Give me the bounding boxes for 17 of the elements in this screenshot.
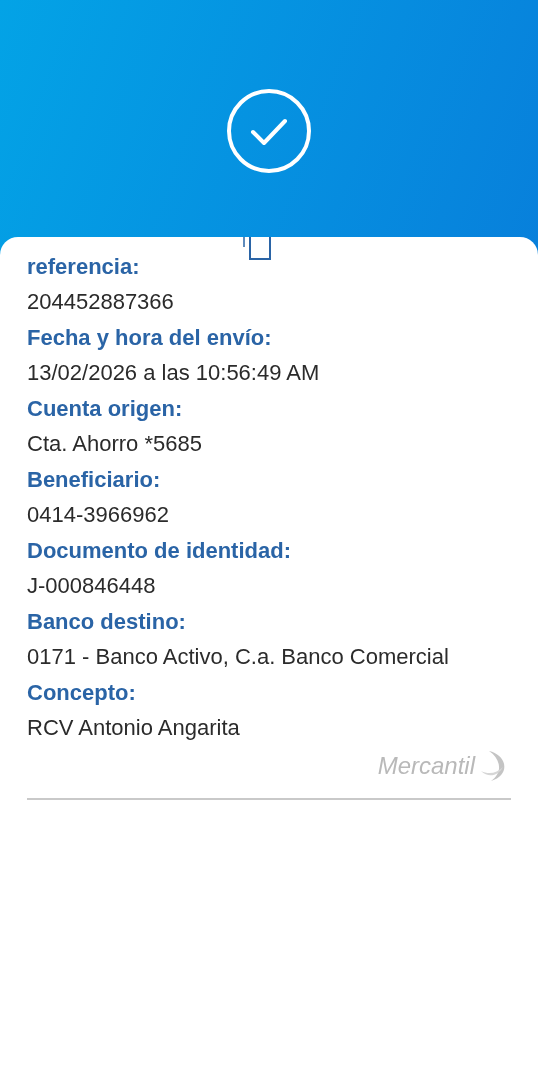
field-value: 13/02/2026 a las 10:56:49 AM [27,359,321,387]
checkmark-icon [226,87,312,174]
field-value: J-000846448 [27,572,157,600]
field-label: Fecha y hora del envío: [27,324,273,352]
field-value: 204452887366 [27,288,175,316]
field-label: Beneficiario: [27,466,162,494]
field-value: 0171 - Banco Activo, C.a. Banco Comercial [27,643,450,671]
field-label: Cuenta origen: [27,395,184,423]
field-value: Cta. Ahorro *5685 [27,430,203,458]
field-label: Banco destino: [27,608,187,636]
brand-logo-text: Mercantil [377,751,475,781]
field-label: Documento de identidad: [27,537,292,565]
field-value: RCV Antonio Angarita [27,714,241,742]
field-label: Concepto: [27,679,137,707]
copy-icon [242,237,272,261]
field-label: referencia: [27,253,141,281]
field-value: 0414-3966962 [27,501,170,529]
